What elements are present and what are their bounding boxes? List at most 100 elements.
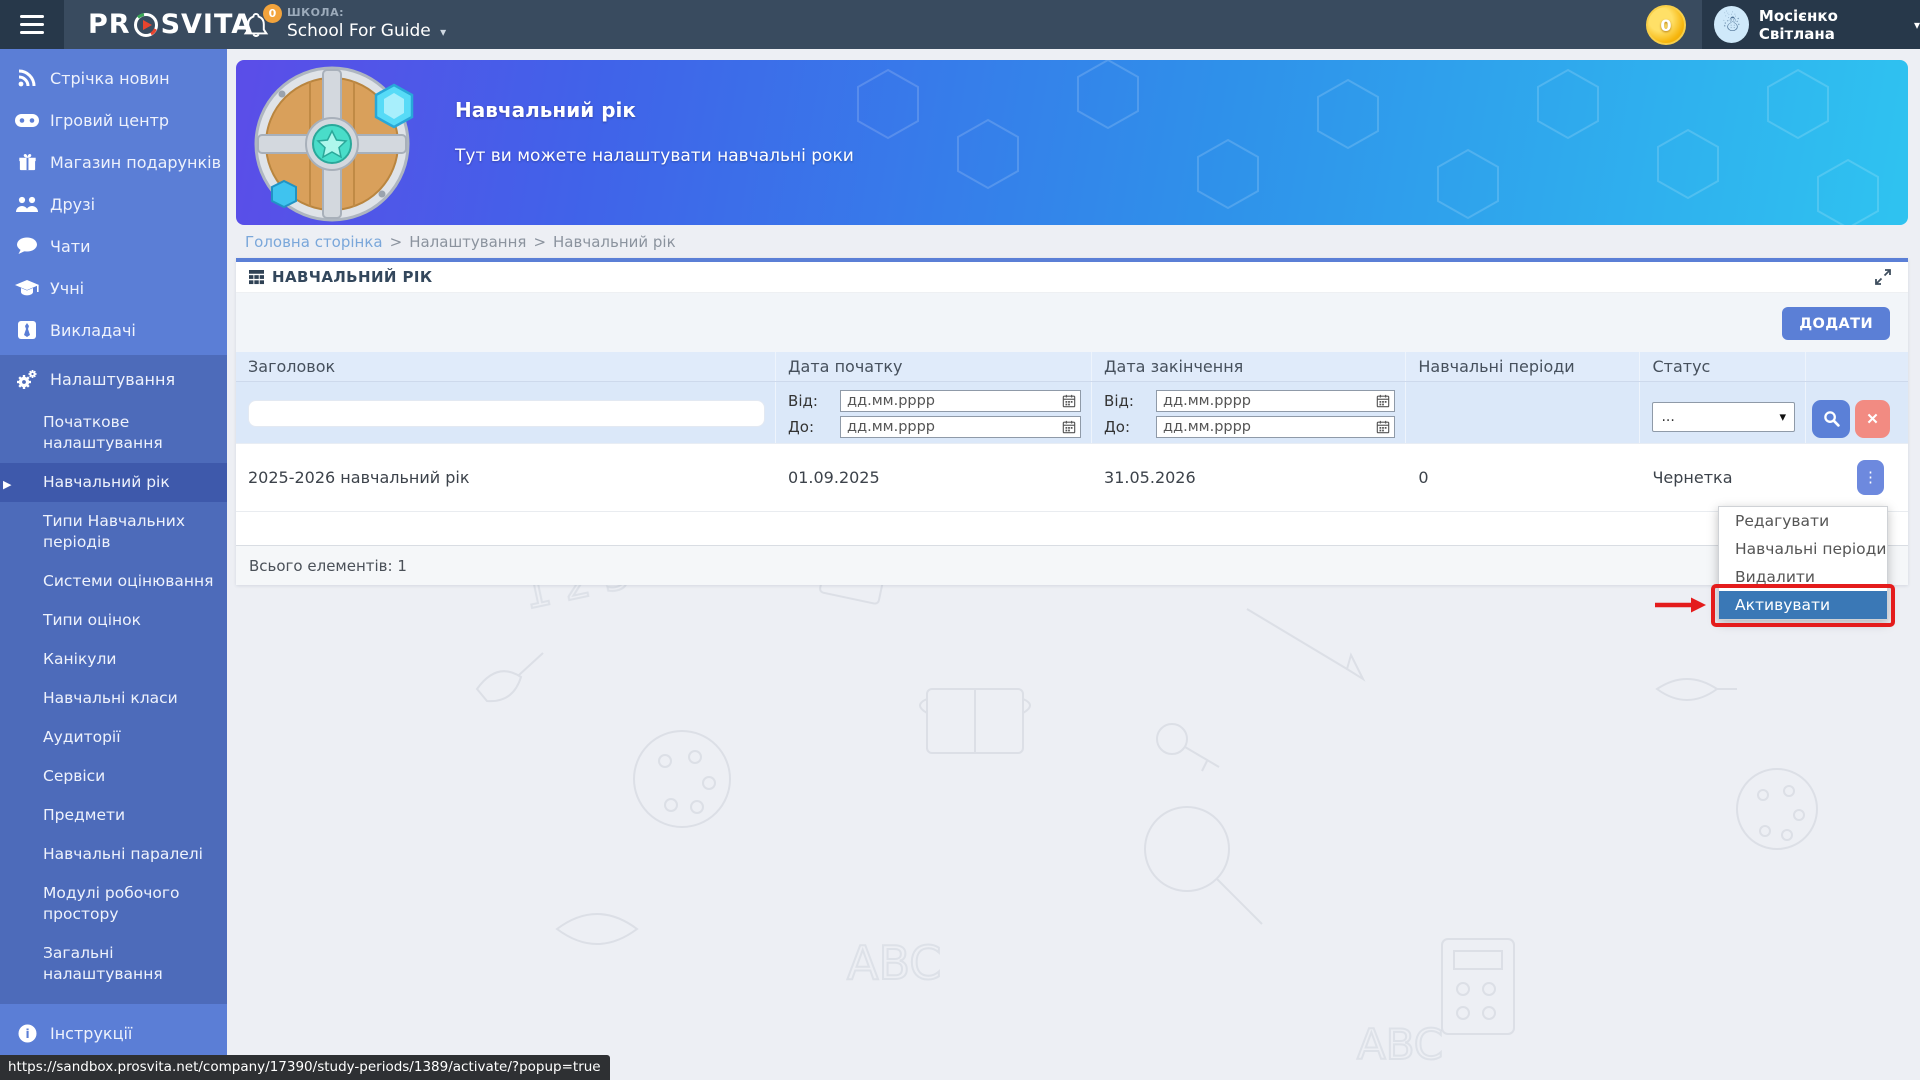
breadcrumb: Головна сторінка > Налаштування > Навчал… (236, 233, 1908, 251)
menu-item-activate[interactable]: Активувати (1719, 591, 1887, 619)
sidebar-item-news-feed[interactable]: Стрічка новин (0, 57, 227, 99)
calendar-icon (1062, 394, 1076, 408)
calendar-icon (1376, 394, 1390, 408)
sidebar-item-gift-shop[interactable]: Магазин подарунків (0, 141, 227, 183)
sidebar-item-label: Інструкції (50, 1024, 132, 1043)
academic-year-panel: НАВЧАЛЬНИЙ РІК ДОДАТИ Заголовок Дата поч… (236, 258, 1908, 585)
title-filter-input[interactable] (248, 400, 765, 427)
notifications-button[interactable]: 0 (243, 11, 273, 41)
friends-icon (14, 195, 40, 213)
sidebar-item-game-center[interactable]: Ігровий центр (0, 99, 227, 141)
sidebar-settings-section: Налаштування Початкове налаштування ▶ На… (0, 355, 227, 1004)
hexagon-pattern (808, 60, 1908, 225)
topbar: PR SVITA 0 ШКОЛА: School For Guide ▾ (0, 0, 1920, 49)
cell-end-date: 31.05.2026 (1092, 444, 1406, 511)
cell-periods: 0 (1406, 444, 1640, 511)
start-date-from-input[interactable] (840, 390, 1081, 412)
cell-status: Чернетка (1640, 444, 1806, 511)
end-date-to-input[interactable] (1156, 416, 1395, 438)
calendar-icon (1062, 420, 1076, 434)
column-header-periods: Навчальні періоди (1406, 352, 1640, 381)
sidebar-item-instructions[interactable]: i Інструкції (0, 1012, 227, 1054)
sidebar-item-teachers[interactable]: Викладачі (0, 309, 227, 351)
sidebar-item-settings[interactable]: Налаштування (0, 355, 227, 403)
notification-badge: 0 (263, 4, 282, 23)
school-name: School For Guide (287, 21, 431, 41)
sidebar-item-students[interactable]: Учні (0, 267, 227, 309)
sidebar-item-classes[interactable]: Навчальні класи (0, 679, 227, 718)
menu-item-delete[interactable]: Видалити (1719, 563, 1887, 591)
active-item-marker-icon: ▶ (3, 474, 11, 495)
clear-filter-button[interactable]: ✕ (1855, 400, 1890, 438)
user-menu[interactable]: ☃ Мосієнко Світлана ▾ (1702, 0, 1920, 49)
sidebar-item-study-period-types[interactable]: Типи Навчальних періодів (0, 502, 227, 562)
table-spacer (236, 512, 1908, 545)
sidebar-item-parallels[interactable]: Навчальні паралелі (0, 835, 227, 874)
main-content: ABC 1 2 3 ABC (227, 49, 1920, 1080)
expand-arrows-icon (1874, 268, 1892, 286)
search-button[interactable] (1812, 400, 1850, 438)
breadcrumb-current: Навчальний рік (553, 233, 676, 251)
sidebar: Стрічка новин Ігровий центр Магазин пода… (0, 49, 227, 1080)
end-date-from-input[interactable] (1156, 390, 1395, 412)
sidebar-item-label: Чати (50, 237, 91, 256)
sidebar-item-grade-types[interactable]: Типи оцінок (0, 601, 227, 640)
sidebar-item-academic-year[interactable]: ▶ Навчальний рік (0, 463, 227, 502)
rss-icon (14, 68, 40, 88)
sidebar-item-label: Магазин подарунків (50, 153, 221, 172)
cell-title: 2025-2026 навчальний рік (236, 444, 776, 511)
sidebar-item-initial-setup[interactable]: Початкове налаштування (0, 403, 227, 463)
sidebar-item-workspace-modules[interactable]: Модулі робочого простору (0, 874, 227, 934)
sidebar-item-friends[interactable]: Друзі (0, 183, 227, 225)
breadcrumb-settings-link[interactable]: Налаштування (409, 233, 526, 251)
sidebar-item-label: Ігровий центр (50, 111, 169, 130)
table-filter-row: Від: До: (236, 382, 1908, 444)
row-actions-button[interactable]: ⋮ (1857, 460, 1884, 495)
sidebar-item-grading-systems[interactable]: Системи оцінювання (0, 562, 227, 601)
add-button[interactable]: ДОДАТИ (1782, 307, 1890, 340)
svg-text:ABC: ABC (1357, 1020, 1443, 1069)
hamburger-menu-button[interactable] (0, 0, 64, 49)
calendar-icon (1376, 420, 1390, 434)
sidebar-item-subjects[interactable]: Предмети (0, 796, 227, 835)
panel-header: НАВЧАЛЬНИЙ РІК (236, 262, 1908, 293)
column-header-end-date: Дата закінчення (1092, 352, 1406, 381)
expand-panel-button[interactable] (1874, 268, 1892, 286)
breadcrumb-separator: > (533, 233, 546, 251)
breadcrumb-home-link[interactable]: Головна сторінка (245, 233, 383, 251)
coins-badge[interactable]: 0 (1646, 5, 1686, 45)
sidebar-item-holidays[interactable]: Канікули (0, 640, 227, 679)
app-logo[interactable]: PR SVITA (88, 0, 253, 49)
sidebar-item-chats[interactable]: Чати (0, 225, 227, 267)
school-selector[interactable]: ШКОЛА: School For Guide ▾ (287, 6, 446, 41)
chat-icon (14, 237, 40, 255)
app-root: PR SVITA 0 ШКОЛА: School For Guide ▾ (0, 0, 1920, 1080)
close-icon: ✕ (1866, 411, 1879, 428)
start-date-to-input[interactable] (840, 416, 1081, 438)
logo-play-icon (133, 12, 159, 38)
panel-title: НАВЧАЛЬНИЙ РІК (272, 268, 433, 286)
status-filter-select[interactable]: ... ▾ (1652, 402, 1795, 432)
table-row: 2025-2026 навчальний рік 01.09.2025 31.0… (236, 444, 1908, 512)
menu-item-study-periods[interactable]: Навчальні періоди (1719, 535, 1887, 563)
sidebar-item-services[interactable]: Сервіси (0, 757, 227, 796)
logo-text-post: SVITA (161, 9, 254, 40)
column-header-start-date: Дата початку (776, 352, 1092, 381)
date-to-label: До: (788, 418, 840, 436)
chevron-down-icon: ▾ (1779, 410, 1786, 425)
chevron-down-icon: ▾ (440, 25, 446, 39)
sidebar-item-label: Стрічка новин (50, 69, 170, 88)
sidebar-item-label: Викладачі (50, 321, 136, 340)
column-header-title: Заголовок (236, 352, 776, 381)
sidebar-item-general-settings[interactable]: Загальні налаштування (0, 934, 227, 994)
page-subtitle: Тут ви можете налаштувати навчальні роки (455, 146, 854, 166)
table-header-row: Заголовок Дата початку Дата закінчення Н… (236, 352, 1908, 382)
menu-item-edit[interactable]: Редагувати (1719, 507, 1887, 535)
cell-start-date: 01.09.2025 (776, 444, 1092, 511)
panel-toolbar: ДОДАТИ (236, 293, 1908, 352)
gift-icon (14, 153, 40, 172)
sidebar-item-auditoriums[interactable]: Аудиторії (0, 718, 227, 757)
coin-count: 0 (1660, 16, 1671, 35)
teacher-tie-icon (14, 321, 40, 339)
gears-icon (14, 369, 40, 390)
